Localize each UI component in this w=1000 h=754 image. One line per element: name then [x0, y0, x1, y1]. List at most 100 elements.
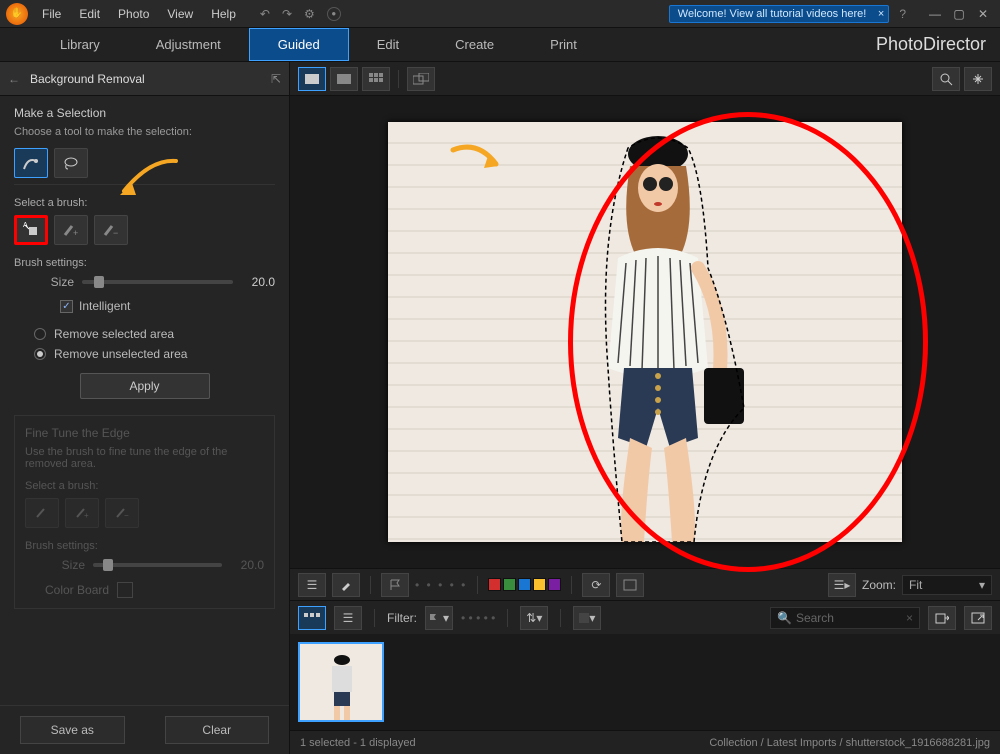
brand-label: PhotoDirector [876, 34, 1000, 55]
side-panel: ← Background Removal ⇱ Make a Selection … [0, 62, 290, 754]
view-secondary-icon[interactable] [407, 67, 435, 91]
image-viewer[interactable] [290, 96, 1000, 568]
svg-text:+: + [73, 228, 78, 238]
eyedropper-icon[interactable] [332, 573, 360, 597]
svg-text:A: A [23, 222, 28, 229]
tab-create[interactable]: Create [427, 28, 522, 61]
filter-dots[interactable]: • • • • • [461, 611, 495, 625]
tab-print[interactable]: Print [522, 28, 605, 61]
color-label-swatch[interactable] [533, 578, 546, 591]
color-label-swatch[interactable] [548, 578, 561, 591]
clear-button[interactable]: Clear [165, 716, 270, 744]
panel-expand-icon[interactable]: ⇱ [271, 72, 281, 86]
fine-add-brush-tool: + [65, 498, 99, 528]
window-maximize-icon[interactable]: ▢ [948, 5, 970, 23]
remove-unselected-label: Remove unselected area [54, 347, 187, 361]
color-label-swatch[interactable] [518, 578, 531, 591]
filter-flag-icon[interactable]: ▾ [425, 606, 453, 630]
main-tabs: Library Adjustment Guided Edit Create Pr… [0, 28, 1000, 62]
fine-subtract-brush-tool: − [105, 498, 139, 528]
size-slider[interactable] [82, 280, 233, 284]
viewer-toolbar [290, 62, 1000, 96]
history-icon[interactable]: ☰ [298, 573, 326, 597]
panel-back-icon[interactable]: ← [8, 72, 20, 86]
welcome-close-icon[interactable]: × [878, 8, 884, 20]
browser-list-large-icon[interactable]: ☰ [334, 606, 362, 630]
menu-photo[interactable]: Photo [118, 7, 149, 21]
help-icon[interactable]: ? [899, 7, 906, 21]
sort-icon[interactable]: ⇅▾ [520, 606, 548, 630]
brush-settings-label: Brush settings: [14, 257, 275, 269]
photo-subject [558, 118, 758, 542]
add-brush-tool[interactable]: + [54, 215, 88, 245]
fine-size-slider [93, 563, 222, 567]
search-clear-icon[interactable]: × [906, 611, 913, 625]
remove-unselected-radio[interactable] [34, 348, 46, 360]
browser-bar: ☰ Filter: ▾ • • • • • ⇅▾ ▾ 🔍 Search × [290, 600, 1000, 634]
save-as-button[interactable]: Save as [20, 716, 125, 744]
menu-help[interactable]: Help [211, 7, 236, 21]
apply-button[interactable]: Apply [80, 373, 210, 399]
tab-edit[interactable]: Edit [349, 28, 427, 61]
zoom-label: Zoom: [862, 578, 896, 592]
intelligent-checkbox[interactable]: ✓ [60, 300, 73, 313]
browser-list-small-icon[interactable] [298, 606, 326, 630]
pan-tool-icon[interactable] [964, 67, 992, 91]
zoom-tool-icon[interactable] [932, 67, 960, 91]
welcome-banner[interactable]: Welcome! View all tutorial videos here! … [669, 5, 890, 23]
search-icon: 🔍 [777, 611, 792, 625]
smart-select-tool[interactable] [14, 148, 48, 178]
color-labels[interactable] [488, 578, 561, 591]
flag-icon[interactable] [381, 573, 409, 597]
size-label: Size [44, 275, 74, 289]
view-compare-icon[interactable] [330, 67, 358, 91]
tab-adjustment[interactable]: Adjustment [128, 28, 249, 61]
subtract-brush-tool[interactable]: − [94, 215, 128, 245]
thumbnail-strip [290, 634, 1000, 730]
search-input[interactable]: 🔍 Search × [770, 607, 920, 629]
rating-dots[interactable]: • • • • • [415, 578, 467, 592]
export-icon[interactable] [964, 606, 992, 630]
color-board-swatch [117, 582, 133, 598]
crop-mask-icon[interactable] [616, 573, 644, 597]
remove-selected-label: Remove selected area [54, 327, 174, 341]
lasso-tool[interactable] [54, 148, 88, 178]
zoom-select[interactable]: Fit▾ [902, 575, 992, 595]
app-logo-icon: ✋ [6, 3, 28, 25]
fine-brush-label: Select a brush: [25, 480, 264, 492]
panel-title: Background Removal [30, 72, 145, 86]
color-label-swatch[interactable] [488, 578, 501, 591]
status-path: Collection / Latest Imports / shuttersto… [709, 737, 990, 749]
remove-selected-radio[interactable] [34, 328, 46, 340]
redo-icon[interactable]: ↷ [282, 7, 292, 21]
menu-edit[interactable]: Edit [79, 7, 100, 21]
menu-file[interactable]: File [42, 7, 61, 21]
menu-bar: File Edit Photo View Help [42, 7, 236, 21]
color-label-swatch[interactable] [503, 578, 516, 591]
menu-view[interactable]: View [167, 7, 193, 21]
undo-icon[interactable]: ↶ [260, 7, 270, 21]
thumbnail-item[interactable] [298, 642, 384, 722]
canvas-tools-strip: ☰ • • • • • ⟳ ☰▸ Zoom: Fit▾ [290, 568, 1000, 600]
tab-guided[interactable]: Guided [249, 28, 349, 61]
svg-text:+: + [84, 511, 89, 520]
status-bar: 1 selected - 1 displayed Collection / La… [290, 730, 1000, 754]
panel-layout-icon[interactable]: ☰▸ [828, 573, 856, 597]
fine-size-label: Size [55, 558, 85, 572]
view-single-icon[interactable] [298, 67, 326, 91]
view-grid-icon[interactable] [362, 67, 390, 91]
window-minimize-icon[interactable]: — [924, 5, 946, 23]
section-make-selection-sub: Choose a tool to make the selection: [14, 126, 275, 138]
viewer-area: ☰ • • • • • ⟳ ☰▸ Zoom: Fit▾ ☰ Filter: ▾ … [290, 62, 1000, 754]
auto-brush-tool[interactable]: A [14, 215, 48, 245]
quick-tools: ↶ ↷ ⚙ ● [260, 7, 341, 21]
window-close-icon[interactable]: ✕ [972, 5, 994, 23]
intelligent-label: Intelligent [79, 299, 130, 313]
settings-gear-icon[interactable]: ⚙ [304, 7, 315, 21]
tab-library[interactable]: Library [0, 28, 128, 61]
notifications-icon[interactable]: ● [327, 7, 341, 21]
import-icon[interactable] [928, 606, 956, 630]
filter-color-icon[interactable]: ▾ [573, 606, 601, 630]
rotate-icon[interactable]: ⟳ [582, 573, 610, 597]
fine-tune-sub: Use the brush to fine tune the edge of t… [25, 446, 264, 470]
